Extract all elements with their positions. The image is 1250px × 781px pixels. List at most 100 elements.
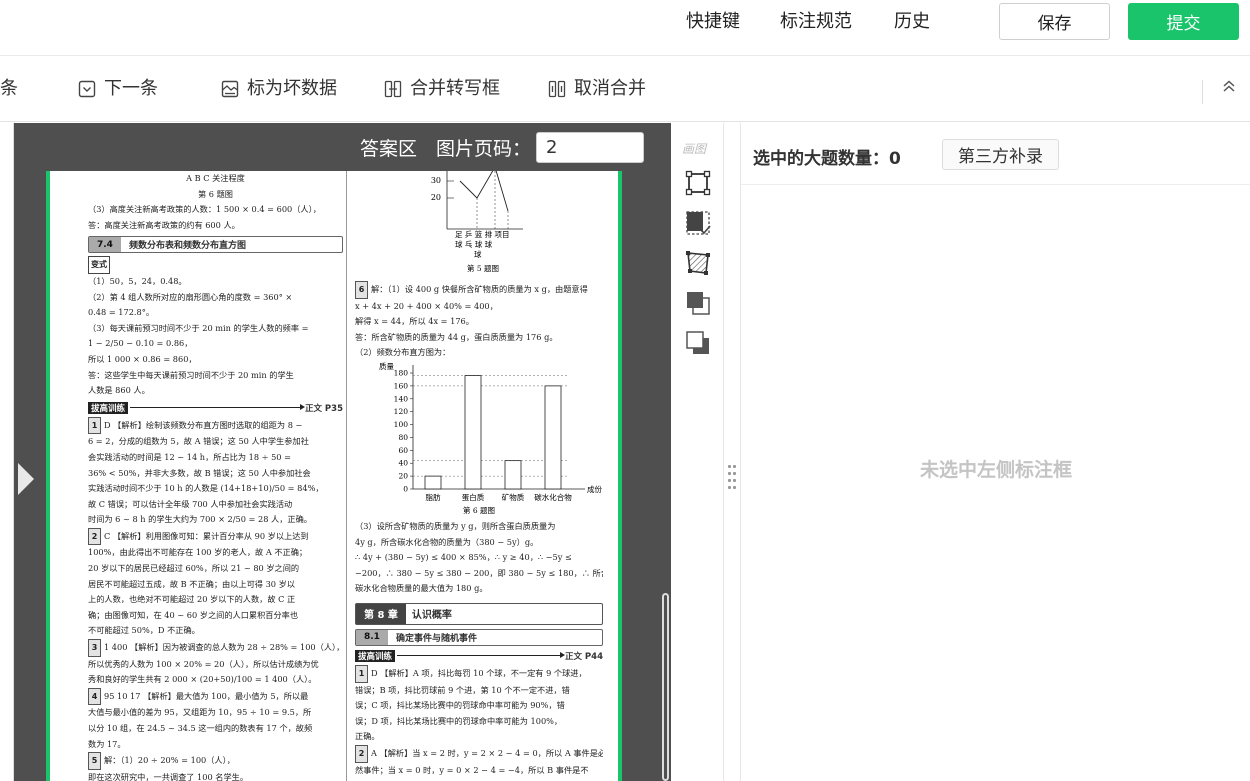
figure-caption: 第 6 题图 bbox=[198, 188, 233, 199]
document-page[interactable]: A B C 关注程度第 6 题图 （3）高度关注新高考政策的人数：1 500 × … bbox=[46, 171, 622, 781]
left-rail bbox=[0, 123, 14, 781]
merge-icon bbox=[384, 80, 402, 98]
question-line: 1D 【解析】绘制该频数分布直方图时选取的组距为 8 − bbox=[88, 416, 343, 435]
text-line: 上的人数，也绝对不可能超过 20 岁以下的人数，故 C 正 bbox=[88, 594, 296, 605]
q6-category-label: 脂肪 bbox=[426, 492, 441, 502]
send-back-icon[interactable] bbox=[684, 329, 712, 357]
question-text: 解：（1）设 400 g 快餐所含矿物质的质量为 x g，由题意得 bbox=[371, 284, 588, 294]
annotation-panel-header: 选中的大题数量：0 第三方补录 bbox=[741, 123, 1250, 185]
heading-number: 7.4 bbox=[89, 237, 121, 253]
section-heading: 7.4 频数分布表和频数分布直方图 bbox=[88, 236, 343, 254]
question-line: 1D 【解析】A 项，抖比每罚 10 个球，不一定有 9 个球进， bbox=[355, 664, 603, 683]
text-line: （2）第 4 组人数所对应的扇形圆心角的度数 = 360° × bbox=[88, 291, 293, 302]
split-icon bbox=[548, 80, 566, 98]
q5-ytick-20: 20 bbox=[431, 193, 441, 202]
question-text: C 【解析】利用图像可知：累计百分率从 90 岁以上达到 bbox=[104, 530, 309, 541]
text-line: 会实践活动的时间是 12 ~ 14 h，所占比为 18 ÷ 50 = bbox=[88, 451, 291, 462]
text-line: 答：这些学生中每天课前预习时间不少于 20 min 的学生 bbox=[88, 369, 294, 380]
q6-bar bbox=[504, 460, 522, 490]
q6-ytick-label: 0 bbox=[403, 484, 408, 493]
submit-button[interactable]: 提交 bbox=[1128, 3, 1239, 40]
question-line: 2A 【解析】当 x = 2 时，y = 2 × 2 − 4 = 0，所以 A … bbox=[355, 744, 603, 763]
broken-image-icon bbox=[221, 80, 239, 98]
practice-page-ref: 正文 P35 bbox=[304, 403, 343, 414]
q6-ytick-label: 60 bbox=[398, 446, 408, 455]
prev-item-button[interactable]: 条 bbox=[0, 76, 18, 102]
text-line: 6 = 2，分成的组数为 5，故 A 错误；这 50 人中学生参加社 bbox=[88, 436, 309, 447]
arrow-icon bbox=[130, 404, 305, 411]
question-number: 2 bbox=[355, 744, 368, 763]
viewer-scrollbar[interactable] bbox=[662, 593, 669, 781]
bring-front-icon[interactable] bbox=[684, 289, 712, 317]
merge-boxes-button[interactable]: 合并转写框 bbox=[384, 76, 500, 102]
third-party-entry-button[interactable]: 第三方补录 bbox=[942, 139, 1059, 170]
q6-bar bbox=[464, 375, 482, 490]
text-line: 大值与最小值的差为 95，又组距为 10，95 ÷ 10 = 9.5，所 bbox=[88, 707, 312, 718]
question-number: 6 bbox=[355, 281, 368, 299]
question-text: 1 400 【解析】因为被调查的总人数为 28 ÷ 28% = 100（人）， bbox=[104, 642, 343, 653]
question-line: 4 95 10 17 【解析】最大值为 100，最小值为 5，所以最 bbox=[88, 687, 343, 706]
question-text: A 【解析】当 x = 2 时，y = 2 × 2 − 4 = 0，所以 A 事… bbox=[371, 747, 603, 758]
merge-boxes-label: 合并转写框 bbox=[410, 78, 500, 99]
q6-figure-caption: 第 6 题图 bbox=[463, 505, 495, 515]
answer-area-label: 答案区 bbox=[360, 138, 418, 160]
text-line: 误；C 项，抖比某场比赛中的罚球命中率可能为 90%，错 bbox=[355, 700, 565, 711]
question-number: 1 bbox=[355, 664, 368, 683]
text-line: 不可能超过 50%，D 不正确。 bbox=[88, 625, 200, 636]
guidelines-link[interactable]: 标注规范 bbox=[780, 10, 852, 34]
heading-number: 8.1 bbox=[356, 629, 388, 645]
q6-bar bbox=[544, 385, 562, 490]
q6-ytick-label: 100 bbox=[394, 420, 409, 429]
text-line: （3）设所含矿物质的质量为 y g，则所含蛋白质质量为 bbox=[355, 520, 556, 531]
text-line: 然事件；当 x = 0 时，y = 0 × 2 − 4 = −4，所以 B 事件… bbox=[355, 764, 589, 775]
text-line: （2）频数分布直方图为： bbox=[355, 347, 451, 358]
rectangle-tool-icon[interactable] bbox=[684, 169, 712, 197]
question-number: 2 bbox=[88, 527, 101, 546]
text-line: 数为 17。 bbox=[88, 738, 126, 749]
text-line: （1）50，5，24，0.48。 bbox=[88, 275, 187, 286]
question-line: 5 解：（1）20 ÷ 20% = 100（人）， bbox=[88, 752, 343, 770]
prev-page-arrow-icon[interactable] bbox=[18, 463, 34, 495]
panel-resize-handle[interactable] bbox=[728, 463, 738, 493]
q6-ytick-label: 120 bbox=[394, 407, 409, 416]
mark-bad-data-button[interactable]: 标为坏数据 bbox=[221, 76, 337, 102]
q6-category-label: 矿物质 bbox=[502, 492, 525, 502]
text-line: 答：高度关注新高考政策的约有 600 人。 bbox=[88, 219, 240, 230]
page-code-input[interactable] bbox=[536, 132, 644, 163]
text-line: 居民不可能超过五成，故 B 不正确；由以上可得 30 岁以 bbox=[88, 578, 295, 589]
q5-caption-1: 足 乒 篮 排 项目 bbox=[455, 229, 510, 239]
practice-banner: 拔高训练 正文 P35 bbox=[88, 401, 343, 415]
shortcuts-link[interactable]: 快捷键 bbox=[686, 10, 740, 34]
text-line: 36% < 50%，并非大多数，故 B 错误；这 50 人中参加社会 bbox=[88, 467, 311, 478]
text-line: 以分 10 组，在 24.5 ~ 34.5 这一组内的数表有 17 个，故频 bbox=[88, 723, 313, 733]
top-bar: 快捷键 标注规范 历史 保存 提交 bbox=[0, 0, 1250, 56]
text-line: （3）每天课前预习时间不少于 20 min 的学生人数的频率 = bbox=[88, 322, 309, 333]
question-line: 6 解：（1）设 400 g 快餐所含矿物质的质量为 x g，由题意得 bbox=[355, 281, 603, 299]
q6-ytick-label: 180 bbox=[394, 368, 409, 377]
double-chevron-up-icon[interactable] bbox=[1222, 78, 1236, 94]
q6-bar bbox=[424, 475, 442, 490]
text-line: −200，∴ 380 − 5y ≤ 380 − 200，即 380 − 5y ≤… bbox=[355, 567, 603, 578]
variant-tag: 变式 bbox=[88, 256, 110, 274]
text-line: 碳水化合物质量的最大值为 180 g。 bbox=[355, 583, 488, 594]
chevron-down-box-icon bbox=[78, 80, 96, 98]
q5-caption-3: 球 bbox=[474, 249, 482, 259]
text-line: 1 − 2/50 − 0.10 = 0.86， bbox=[88, 338, 193, 349]
q6-category-label: 碳水化合物 bbox=[534, 492, 572, 502]
text-line: 解得 x = 44，所以 4x = 176。 bbox=[355, 316, 474, 327]
save-button[interactable]: 保存 bbox=[999, 3, 1110, 40]
practice-banner: 拔高训练 正文 P44 bbox=[355, 649, 603, 663]
polygon-tool-icon[interactable] bbox=[684, 249, 712, 277]
text-line: 秀和良好的学生共有 2 000 × (20+50)/100 = 1 400（人）… bbox=[88, 674, 317, 685]
section-heading: 8.1 确定事件与随机事件 bbox=[355, 628, 603, 646]
unmerge-button[interactable]: 取消合并 bbox=[548, 76, 646, 102]
column-divider bbox=[346, 171, 347, 781]
history-link[interactable]: 历史 bbox=[894, 10, 930, 34]
q5-caption-2: 球 乓 球 球 bbox=[455, 239, 493, 249]
q5-ytick-30: 30 bbox=[431, 176, 441, 185]
prev-item-label: 条 bbox=[0, 78, 18, 99]
next-item-button[interactable]: 下一条 bbox=[78, 76, 158, 102]
select-box-icon[interactable] bbox=[684, 209, 712, 237]
unmerge-label: 取消合并 bbox=[574, 78, 646, 99]
practice-page-ref: 正文 P44 bbox=[564, 651, 603, 662]
